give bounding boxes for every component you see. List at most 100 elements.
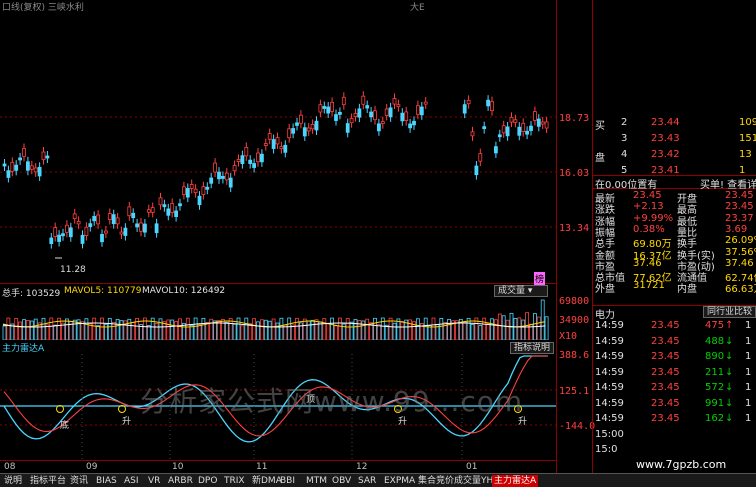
volume-bar — [232, 323, 237, 340]
volume-chart[interactable] — [0, 298, 556, 340]
tab-12[interactable]: OBV — [330, 475, 353, 487]
tick-row: 14:59 23.45 572 ↓ 1 — [593, 382, 756, 394]
date-label: 11 — [256, 462, 268, 472]
vol-axis-top: 69800 — [559, 296, 590, 307]
candle-body — [10, 161, 15, 172]
candle-body — [146, 209, 151, 213]
candle-body — [65, 224, 69, 233]
tick-time: 14:59 — [595, 413, 624, 424]
volume-bar — [166, 319, 171, 340]
stat-value: 23.45 — [725, 190, 754, 201]
volume-dropdown[interactable]: 成交量 ▾ — [494, 285, 548, 297]
volume-bar — [447, 318, 452, 340]
tab-8[interactable]: TRIX — [222, 475, 247, 487]
volume-bar — [18, 321, 23, 340]
stat-value: 37.46 — [725, 257, 754, 269]
tab-16[interactable]: 主力雷达A — [492, 475, 539, 487]
volume-bar — [209, 318, 214, 340]
stat-row: 市盈 37.46 市盈(动) 37.46 — [593, 257, 756, 273]
candle-body — [6, 170, 11, 178]
tab-0[interactable]: 说明 — [2, 475, 24, 487]
tab-13[interactable]: SAR — [356, 475, 378, 487]
candle-body — [478, 153, 483, 162]
notice-link[interactable]: 买单! 查看详细 — [700, 176, 756, 191]
radar-axis-b: 125.1 — [559, 386, 590, 397]
candle-body — [396, 104, 401, 108]
candle-body — [248, 159, 253, 164]
candle-body — [41, 151, 46, 161]
tab-3[interactable]: BIAS — [94, 475, 119, 487]
volume-bar — [525, 312, 529, 340]
volume-bar — [431, 317, 436, 340]
candle-body — [384, 108, 389, 116]
volume-bar — [482, 317, 487, 340]
tab-15[interactable]: 集合竞价成交量YH — [416, 475, 495, 487]
candle-body — [201, 186, 206, 195]
candle-body — [154, 223, 159, 234]
radar-label-1: 底 — [60, 421, 70, 431]
candle-body — [166, 208, 171, 216]
volume-bar — [497, 313, 502, 340]
candle-body — [314, 120, 319, 131]
stat-value: 23.37 — [725, 212, 754, 224]
candle-body — [61, 233, 65, 237]
candle-body — [521, 122, 526, 133]
candle-body — [111, 214, 116, 225]
volume-bar — [65, 318, 69, 340]
volume-bar — [256, 321, 260, 340]
axis-high: 18.73 — [559, 113, 590, 124]
tick-volume: 572 — [705, 382, 725, 393]
tab-11[interactable]: MTM — [304, 475, 329, 487]
arrow-down-icon: ↓ — [725, 382, 734, 393]
stat-key: 外盘 — [595, 284, 615, 296]
volume-bar — [287, 317, 292, 340]
volume-bar — [415, 318, 420, 340]
volume-bar — [170, 319, 175, 340]
tab-14[interactable]: EXPMA — [382, 475, 417, 487]
candle-body — [326, 106, 331, 114]
tick-price: 23.45 — [651, 335, 680, 347]
indicator-help-button[interactable]: 指标说明 — [510, 342, 555, 354]
tab-6[interactable]: ARBR — [166, 475, 195, 487]
sector-row: 电力 同行业比较 — [593, 305, 756, 321]
mavol5: MAVOL5: 110779 — [64, 286, 142, 296]
tab-2[interactable]: 资讯 — [68, 475, 90, 487]
chart-title-bar: 口线(复权) 三峡水利 大E — [0, 0, 590, 14]
volume-bar — [205, 322, 210, 340]
candle-body — [322, 106, 327, 109]
tab-10[interactable]: BBI — [278, 475, 297, 487]
candlestick-panel[interactable]: 11.28 榜 — [0, 7, 556, 285]
stat-value: 23.45 — [633, 190, 662, 201]
candle-body — [127, 206, 132, 217]
tick-row: 14:59 23.45 890 ↓ 1 — [593, 351, 756, 363]
candle-body — [466, 99, 471, 105]
candle-body — [37, 166, 42, 177]
radar-axis-c: -144.0 — [559, 421, 596, 432]
compare-button[interactable]: 同行业比较 — [703, 306, 756, 318]
candlestick-chart[interactable] — [0, 7, 556, 284]
orderbook-row: 盘 4 23.42 13 — [593, 149, 756, 164]
volume-bar — [423, 317, 428, 340]
candle-body — [474, 165, 479, 176]
volume-bar — [127, 318, 132, 340]
tick-price: 23.45 — [651, 413, 680, 424]
sector-name: 电力 — [595, 310, 615, 321]
candle-body — [513, 119, 518, 123]
candle-body — [369, 111, 374, 118]
candle-body — [287, 128, 292, 139]
candle-body — [14, 164, 19, 171]
candle-body — [2, 163, 7, 167]
tab-7[interactable]: DPO — [196, 475, 219, 487]
candle-body — [162, 204, 167, 208]
tab-1[interactable]: 指标平台 — [28, 475, 68, 487]
candle-body — [412, 120, 416, 126]
notice-row[interactable]: 在0.00位置有 买单! 查看详细 — [593, 175, 756, 191]
orderbook-volume: 109 — [739, 117, 756, 128]
stat-row: 振幅 0.38% 量比 3.69 — [593, 224, 756, 239]
candle-body — [220, 176, 225, 179]
volume-bar — [349, 321, 354, 340]
axis-mid: 16.03 — [559, 168, 590, 179]
candle-body — [178, 203, 182, 207]
tab-5[interactable]: VR — [146, 475, 162, 487]
tab-4[interactable]: ASI — [122, 475, 141, 487]
